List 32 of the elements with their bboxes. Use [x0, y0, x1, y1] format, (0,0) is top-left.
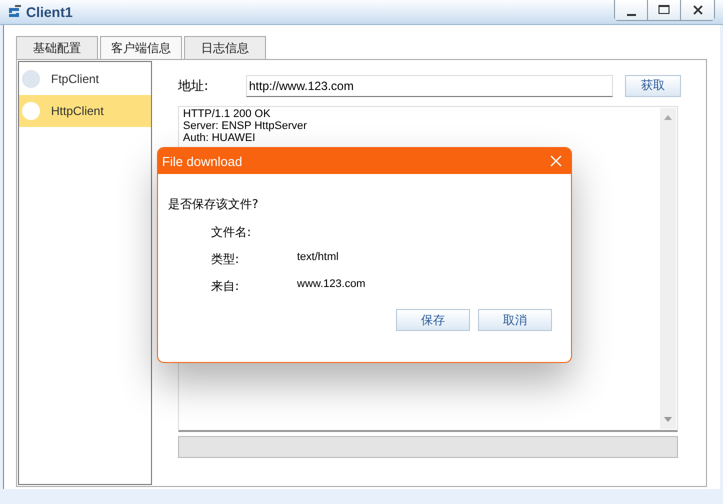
window-title: Client1 — [26, 4, 74, 20]
tab[interactable]: 日志信息 — [184, 36, 266, 59]
dialog-question: 是否保存该文件? — [168, 196, 260, 213]
field-label: 来自: — [211, 278, 240, 295]
address-label: 地址: — [178, 78, 210, 94]
response-line: Server: ENSP HttpServer — [183, 120, 308, 132]
minimize-icon — [626, 14, 636, 16]
client-icon — [22, 70, 40, 88]
dialog-button[interactable]: 保存 — [396, 309, 470, 331]
client-list-item[interactable]: HttpClient — [19, 95, 151, 127]
dialog-title: File download — [162, 154, 242, 168]
response-line: Auth: HUAWEI — [183, 132, 256, 144]
field-label: 类型: — [211, 251, 240, 268]
tab[interactable]: 基础配置 — [16, 36, 98, 59]
minimize-button[interactable] — [615, 0, 648, 20]
field-value: text/html — [297, 251, 339, 263]
close-icon — [550, 155, 562, 167]
field-value: www.123.com — [297, 278, 366, 290]
address-field[interactable]: http://www.123.com — [246, 74, 613, 96]
close-button[interactable] — [681, 0, 714, 20]
fetch-button[interactable]: 获取 — [625, 74, 681, 96]
dialog-button[interactable]: 取消 — [478, 309, 552, 331]
client-list-item[interactable]: FtpClient — [19, 63, 151, 95]
tab[interactable]: 客户端信息 — [100, 36, 182, 59]
scroll-bar[interactable] — [660, 108, 676, 429]
close-icon — [692, 4, 704, 16]
response-line: HTTP/1.1 200 OK — [183, 108, 272, 120]
app-icon — [6, 4, 22, 20]
field-label: 文件名: — [211, 224, 252, 241]
client-icon — [22, 102, 40, 120]
maximize-button[interactable] — [648, 0, 681, 20]
maximize-icon — [658, 4, 670, 16]
